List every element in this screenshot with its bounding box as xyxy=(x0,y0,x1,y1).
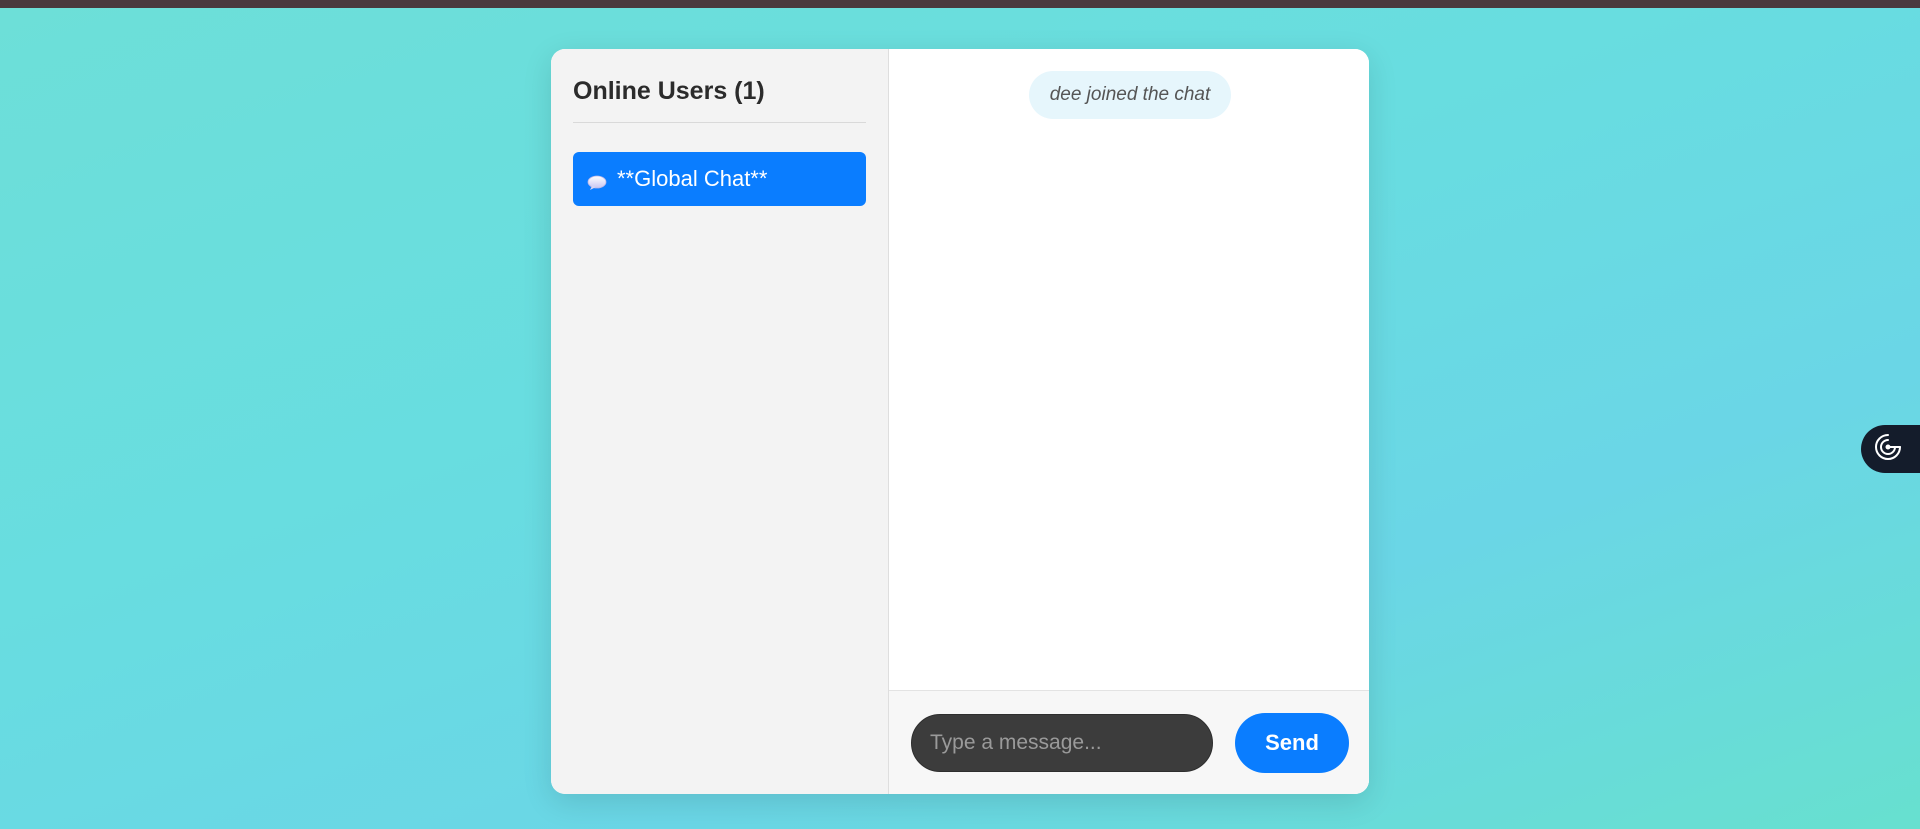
send-button[interactable]: Send xyxy=(1235,712,1349,773)
message-input[interactable] xyxy=(911,713,1213,772)
floating-widget-tab[interactable] xyxy=(1861,425,1920,473)
sidebar-item-global-chat[interactable]: **Global Chat** xyxy=(573,152,866,206)
speech-bubble-icon xyxy=(587,171,607,190)
message-list[interactable]: dee joined the chat xyxy=(889,49,1369,690)
sidebar-item-label: **Global Chat** xyxy=(617,166,768,191)
composer-bar: Send xyxy=(889,690,1369,794)
target-swirl-icon xyxy=(1873,432,1903,467)
chat-main: dee joined the chat Send xyxy=(889,49,1369,794)
chat-window: Online Users (1) **Global Chat** dee joi… xyxy=(551,49,1369,794)
online-users-heading: Online Users (1) xyxy=(573,71,866,123)
online-users-sidebar: Online Users (1) **Global Chat** xyxy=(551,49,889,794)
user-list: **Global Chat** xyxy=(573,152,866,206)
system-message: dee joined the chat xyxy=(1028,71,1232,119)
browser-top-bar xyxy=(0,0,1920,8)
